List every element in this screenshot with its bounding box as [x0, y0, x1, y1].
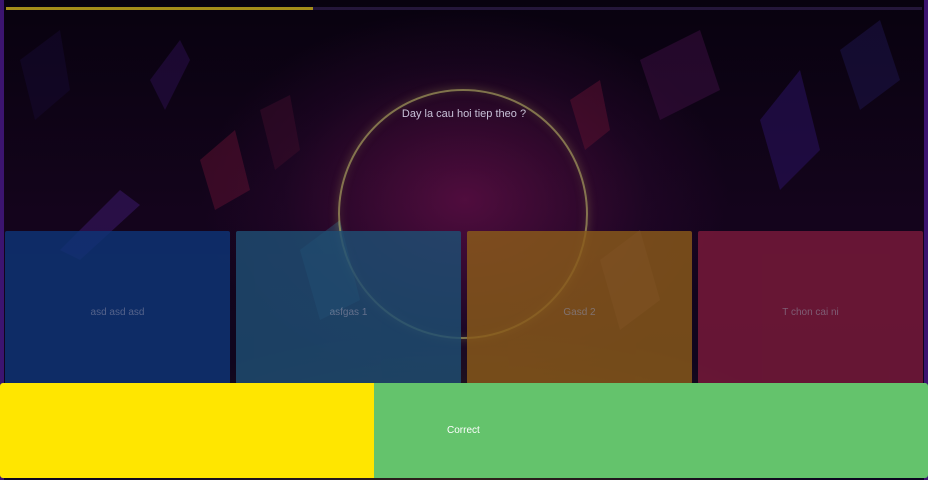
answer-option-2[interactable]: asfgas 1 [236, 231, 461, 384]
answer-label: asfgas 1 [329, 307, 368, 318]
result-bar-green-segment: Correct [374, 383, 928, 478]
question-text: Day la cau hoi tiep theo ? [401, 108, 527, 120]
result-bar[interactable]: Correct [0, 383, 928, 480]
result-label: Correct [447, 425, 480, 436]
answer-label: Gasd 2 [563, 307, 596, 318]
timer-progress-bar [6, 7, 922, 10]
result-bar-yellow-segment [0, 383, 374, 478]
answer-label: asd asd asd [90, 307, 145, 318]
timer-progress-fill [6, 7, 313, 10]
answer-grid: asd asd asd asfgas 1 Gasd 2 T chon cai n… [5, 231, 923, 384]
answer-option-4[interactable]: T chon cai ni [698, 231, 923, 384]
answer-option-3[interactable]: Gasd 2 [467, 231, 692, 384]
answer-option-1[interactable]: asd asd asd [5, 231, 230, 384]
answer-label: T chon cai ni [782, 307, 839, 318]
